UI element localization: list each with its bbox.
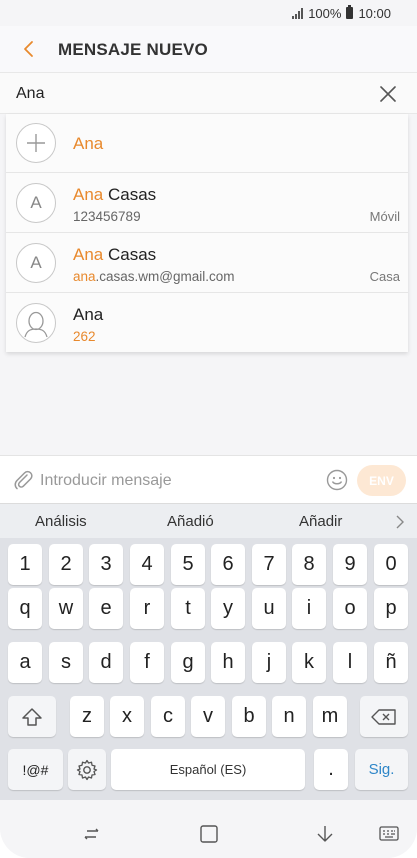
key[interactable]: g bbox=[171, 642, 205, 683]
key[interactable]: u bbox=[252, 588, 286, 629]
key[interactable]: x bbox=[110, 696, 144, 737]
key[interactable]: 9 bbox=[333, 544, 367, 585]
battery-percent: 100% bbox=[308, 5, 342, 21]
key[interactable]: 6 bbox=[211, 544, 245, 585]
keyboard-settings-key[interactable] bbox=[68, 749, 106, 790]
contact-avatar: A bbox=[16, 183, 56, 223]
key[interactable]: 1 bbox=[8, 544, 42, 585]
suggestion-number: 123456789 bbox=[73, 209, 141, 224]
key[interactable]: 7 bbox=[252, 544, 286, 585]
key[interactable]: 0 bbox=[374, 544, 408, 585]
key[interactable]: q bbox=[8, 588, 42, 629]
key[interactable]: k bbox=[292, 642, 326, 683]
key[interactable]: 3 bbox=[89, 544, 123, 585]
key[interactable]: l bbox=[333, 642, 367, 683]
key[interactable]: r bbox=[130, 588, 164, 629]
suggestion-email: ana.casas.wm@gmail.com bbox=[73, 269, 235, 284]
app-header: MENSAJE NUEVO bbox=[0, 26, 417, 72]
keyboard: 1 2 3 4 5 6 7 8 9 0 q w e r t y u i o p … bbox=[0, 538, 417, 800]
send-button[interactable]: ENV bbox=[357, 465, 406, 496]
key[interactable]: d bbox=[89, 642, 123, 683]
paperclip-icon[interactable] bbox=[12, 469, 34, 491]
prediction-item[interactable]: Añadir bbox=[299, 513, 342, 530]
key[interactable]: n bbox=[272, 696, 306, 737]
message-input[interactable] bbox=[40, 470, 310, 492]
key[interactable]: 5 bbox=[171, 544, 205, 585]
suggestion-contact[interactable]: A Ana Casas ana.casas.wm@gmail.com Casa bbox=[6, 232, 408, 291]
space-key[interactable]: Español (ES) bbox=[111, 749, 305, 790]
contact-avatar: A bbox=[16, 243, 56, 283]
key[interactable]: w bbox=[49, 588, 83, 629]
back-icon[interactable] bbox=[315, 825, 335, 843]
suggestion-add-recipient[interactable]: Ana bbox=[6, 114, 408, 172]
key[interactable]: o bbox=[333, 588, 367, 629]
key[interactable]: j bbox=[252, 642, 286, 683]
key[interactable]: a bbox=[8, 642, 42, 683]
recent-apps-icon[interactable] bbox=[82, 825, 102, 843]
prediction-item[interactable]: Análisis bbox=[35, 513, 87, 530]
key[interactable]: m bbox=[313, 696, 347, 737]
key[interactable]: p bbox=[374, 588, 408, 629]
contact-suggestions: Ana A Ana Casas 123456789 Móvil A Ana Ca… bbox=[6, 114, 408, 352]
period-key[interactable]: . bbox=[314, 749, 348, 790]
gear-icon bbox=[76, 759, 98, 780]
chevron-right-icon[interactable] bbox=[395, 515, 405, 529]
number-type: Móvil bbox=[369, 209, 400, 224]
home-icon[interactable] bbox=[199, 825, 219, 843]
backspace-icon bbox=[371, 708, 396, 725]
key[interactable]: s bbox=[49, 642, 83, 683]
keyboard-icon[interactable] bbox=[379, 825, 399, 843]
key[interactable]: 2 bbox=[49, 544, 83, 585]
phone-screen: 100% 10:00 MENSAJE NUEVO Ana A Ana C bbox=[0, 0, 417, 858]
page-title: MENSAJE NUEVO bbox=[58, 40, 208, 59]
suggestion-contact[interactable]: Ana 262 bbox=[6, 292, 408, 352]
add-icon bbox=[16, 123, 56, 163]
key[interactable]: ñ bbox=[374, 642, 408, 683]
back-arrow-icon[interactable] bbox=[20, 40, 38, 58]
compose-bar: ENV bbox=[0, 455, 417, 503]
key[interactable]: e bbox=[89, 588, 123, 629]
key[interactable]: t bbox=[171, 588, 205, 629]
clock: 10:00 bbox=[358, 5, 391, 21]
suggestion-name: Ana bbox=[73, 134, 104, 153]
suggestion-number: 262 bbox=[73, 329, 96, 344]
suggestion-name: Ana Casas bbox=[73, 185, 157, 204]
status-bar: 100% 10:00 bbox=[0, 0, 417, 26]
clear-icon[interactable] bbox=[379, 85, 397, 103]
recipient-input[interactable] bbox=[16, 83, 356, 105]
backspace-key[interactable] bbox=[360, 696, 408, 737]
navigation-bar bbox=[0, 808, 417, 858]
symbols-key[interactable]: !@# bbox=[8, 749, 63, 790]
emoji-icon[interactable] bbox=[326, 469, 348, 491]
key[interactable]: i bbox=[292, 588, 326, 629]
recipient-row bbox=[0, 72, 417, 114]
signal-icon bbox=[292, 7, 304, 19]
suggestion-name: Ana Casas bbox=[73, 245, 157, 264]
key[interactable]: f bbox=[130, 642, 164, 683]
next-key[interactable]: Sig. bbox=[355, 749, 408, 790]
key[interactable]: y bbox=[211, 588, 245, 629]
prediction-item[interactable]: Añadió bbox=[167, 513, 214, 530]
key[interactable]: c bbox=[151, 696, 185, 737]
suggestion-name: Ana bbox=[73, 305, 104, 324]
shift-icon bbox=[22, 707, 42, 726]
suggestion-contact[interactable]: A Ana Casas 123456789 Móvil bbox=[6, 172, 408, 231]
email-type: Casa bbox=[369, 269, 400, 284]
key[interactable]: 8 bbox=[292, 544, 326, 585]
key[interactable]: 4 bbox=[130, 544, 164, 585]
key[interactable]: v bbox=[191, 696, 225, 737]
shift-key[interactable] bbox=[8, 696, 56, 737]
key[interactable]: b bbox=[232, 696, 266, 737]
word-predictions: Análisis Añadió Añadir bbox=[0, 503, 417, 538]
person-icon bbox=[16, 303, 56, 343]
key[interactable]: z bbox=[70, 696, 104, 737]
battery-icon bbox=[346, 5, 354, 19]
key[interactable]: h bbox=[211, 642, 245, 683]
